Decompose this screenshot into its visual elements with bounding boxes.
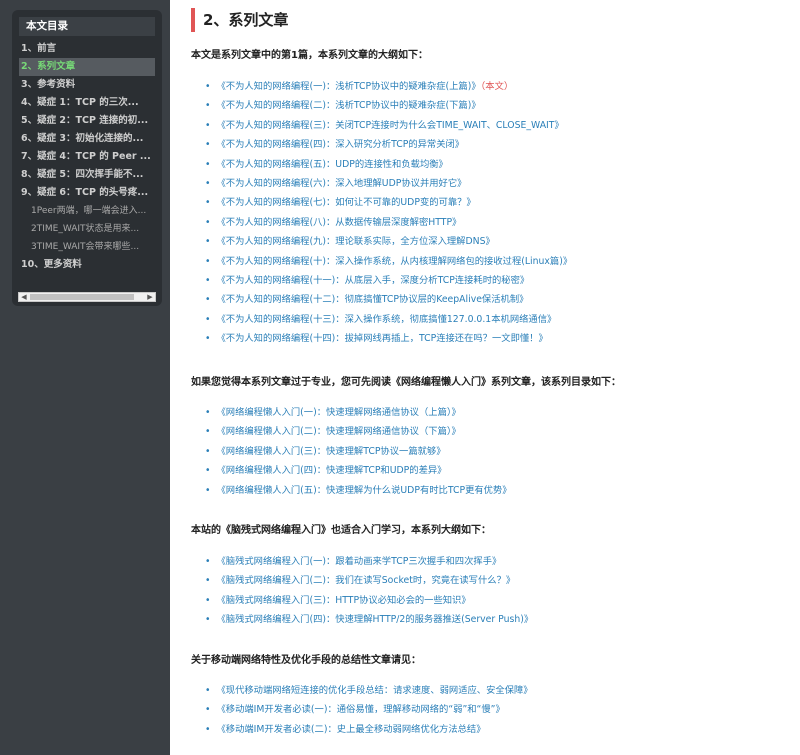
article-link-text[interactable]: 《网络编程懒人入门(二)：快速理解网络通信协议（下篇）》 (216, 426, 460, 437)
sidebar: 本文目录 1、前言 2、系列文章 3、参考资料 4、疑症 1：TCP 的三次... 5、… (0, 0, 170, 755)
section-heading: 2、系列文章 (191, 8, 791, 32)
article-link[interactable]: 《不为人知的网络编程(九)：理论联系实际，全方位深入理解DNS》 (205, 232, 572, 251)
toc-items: 1、前言 2、系列文章 3、参考资料 4、疑症 1：TCP 的三次... 5、疑症 2：… (12, 40, 162, 274)
article-link[interactable]: 《移动端IM开发者必读(二)：史上最全移动弱网络优化方法总结》 (205, 720, 533, 739)
toc-item[interactable]: 8、疑症 5：四次挥手能不... (19, 166, 155, 184)
toc-item[interactable]: 2、系列文章 (19, 58, 155, 76)
article-link[interactable]: 《不为人知的网络编程(六)：深入地理解UDP协议并用好它》 (205, 174, 572, 193)
article-link-text[interactable]: 《不为人知的网络编程(三)：关闭TCP连接时为什么会TIME_WAIT、CLOS… (216, 120, 563, 131)
article-link-text[interactable]: 《不为人知的网络编程(七)：如何让不可靠的UDP变的可靠？》 (216, 197, 475, 208)
section-intro: 本站的《脑残式网络编程入门》也适合入门学习，本系列大纲如下： (191, 525, 491, 536)
article-link-text[interactable]: 《不为人知的网络编程(十四)：拔掉网线再插上，TCP连接还在吗？一文即懂！》 (216, 333, 547, 344)
article-link[interactable]: 《不为人知的网络编程(三)：关闭TCP连接时为什么会TIME_WAIT、CLOS… (205, 116, 572, 135)
article-link-text[interactable]: 《不为人知的网络编程(十二)：彻底搞懂TCP协议层的KeepAlive保活机制》 (216, 294, 528, 305)
article-content: 2、系列文章 本文是系列文章中的第1篇，本系列文章的大纲如下： 《不为人知的网络编… (191, 0, 791, 755)
article-link-text[interactable]: 《不为人知的网络编程(九)：理论联系实际，全方位深入理解DNS》 (216, 236, 494, 247)
toc-item[interactable]: 5、疑症 2：TCP 连接的初... (19, 112, 155, 130)
article-link-text[interactable]: 《不为人知的网络编程(四)：深入研究分析TCP的异常关闭》 (216, 139, 464, 150)
article-link-text[interactable]: 《不为人知的网络编程(五)：UDP的连接性和负载均衡》 (216, 159, 447, 170)
toc-title: 本文目录 (19, 17, 155, 36)
article-link[interactable]: 《不为人知的网络编程(二)：浅析TCP协议中的疑难杂症(下篇)》 (205, 96, 572, 115)
section-intro: 如果您觉得本系列文章过于专业，您可先阅读《网络编程懒人入门》系列文章，该系列目录… (191, 377, 621, 388)
article-link-text[interactable]: 《网络编程懒人入门(四)：快速理解TCP和UDP的差异》 (216, 465, 446, 476)
article-link-list: 《不为人知的网络编程(一)：浅析TCP协议中的疑难杂症(上篇)》（本文）《不为人… (205, 77, 572, 348)
article-link[interactable]: 《不为人知的网络编程(十)：深入操作系统，从内核理解网络包的接收过程(Linux… (205, 252, 572, 271)
article-link-text[interactable]: 《现代移动端网络短连接的优化手段总结：请求速度、弱网适应、安全保障》 (216, 685, 532, 696)
article-link-list: 《网络编程懒人入门(一)：快速理解网络通信协议（上篇）》《网络编程懒人入门(二)… (205, 403, 512, 500)
article-link[interactable]: 《网络编程懒人入门(四)：快速理解TCP和UDP的差异》 (205, 461, 512, 480)
article-link[interactable]: 《不为人知的网络编程(十二)：彻底搞懂TCP协议层的KeepAlive保活机制》 (205, 290, 572, 309)
article-link[interactable]: 《不为人知的网络编程(五)：UDP的连接性和负载均衡》 (205, 155, 572, 174)
article-link-text[interactable]: 《不为人知的网络编程(八)：从数据传输层深度解密HTTP》 (216, 217, 461, 228)
article-link-text[interactable]: 《网络编程懒人入门(五)：快速理解为什么说UDP有时比TCP更有优势》 (216, 485, 511, 496)
article-link[interactable]: 《现代移动端网络短连接的优化手段总结：请求速度、弱网适应、安全保障》 (205, 681, 532, 700)
current-article-tag: （本文） (480, 81, 514, 92)
article-link[interactable]: 《不为人知的网络编程(一)：浅析TCP协议中的疑难杂症(上篇)》（本文） (205, 77, 572, 96)
article-link[interactable]: 《不为人知的网络编程(四)：深入研究分析TCP的异常关闭》 (205, 135, 572, 154)
article-link[interactable]: 《不为人知的网络编程(十三)：深入操作系统，彻底搞懂127.0.0.1本机网络通… (205, 310, 572, 329)
article-link-text[interactable]: 《不为人知的网络编程(十)：深入操作系统，从内核理解网络包的接收过程(Linux… (216, 256, 572, 267)
article-link-text[interactable]: 《不为人知的网络编程(十三)：深入操作系统，彻底搞懂127.0.0.1本机网络通… (216, 314, 556, 325)
article-link[interactable]: 《脑残式网络编程入门(四)：快速理解HTTP/2的服务器推送(Server Pu… (205, 610, 533, 629)
article-link-text[interactable]: 《网络编程懒人入门(三)：快速理解TCP协议一篇就够》 (216, 446, 445, 457)
scrollbar-thumb[interactable] (30, 294, 134, 300)
toc-item[interactable]: 1Peer两端，哪一端会进入... (19, 202, 155, 220)
section-intro: 本文是系列文章中的第1篇，本系列文章的大纲如下： (191, 50, 428, 61)
toc-item[interactable]: 9、疑症 6：TCP 的头号疼... (19, 184, 155, 202)
article-link-text[interactable]: 《脑残式网络编程入门(一)：跟着动画来学TCP三次握手和四次挥手》 (216, 556, 501, 567)
article-link-text[interactable]: 《不为人知的网络编程(十一)：从底层入手，深度分析TCP连接耗时的秘密》 (216, 275, 529, 286)
toc-item[interactable]: 3TIME_WAIT会带来哪些... (19, 238, 155, 256)
toc-horizontal-scrollbar[interactable]: ◀ ▶ (18, 292, 156, 302)
article-link-list: 《现代移动端网络短连接的优化手段总结：请求速度、弱网适应、安全保障》《移动端IM… (205, 681, 533, 739)
toc-item[interactable]: 6、疑症 3：初始化连接的... (19, 130, 155, 148)
article-link-text[interactable]: 《脑残式网络编程入门(二)：我们在读写Socket时，究竟在读写什么？》 (216, 575, 515, 586)
toc-item[interactable]: 3、参考资料 (19, 76, 155, 94)
toc-item[interactable]: 2TIME_WAIT状态是用来... (19, 220, 155, 238)
article-link-text[interactable]: 《移动端IM开发者必读(二)：史上最全移动弱网络优化方法总结》 (216, 724, 485, 735)
article-link[interactable]: 《脑残式网络编程入门(三)：HTTP协议必知必会的一些知识》 (205, 591, 533, 610)
section-intro: 关于移动端网络特性及优化手段的总结性文章请见： (191, 655, 421, 666)
toc-item[interactable]: 1、前言 (19, 40, 155, 58)
article-link[interactable]: 《网络编程懒人入门(五)：快速理解为什么说UDP有时比TCP更有优势》 (205, 481, 511, 500)
article-link[interactable]: 《网络编程懒人入门(三)：快速理解TCP协议一篇就够》 (205, 442, 512, 461)
article-link[interactable]: 《移动端IM开发者必读(一)：通俗易懂，理解移动网络的“弱”和“慢”》 (205, 700, 533, 719)
article-link-text[interactable]: 《脑残式网络编程入门(四)：快速理解HTTP/2的服务器推送(Server Pu… (216, 614, 533, 625)
article-link-text[interactable]: 《不为人知的网络编程(六)：深入地理解UDP协议并用好它》 (216, 178, 466, 189)
toc-item[interactable]: 10、更多资料 (19, 256, 155, 274)
article-link-text[interactable]: 《网络编程懒人入门(一)：快速理解网络通信协议（上篇）》 (216, 407, 460, 418)
toc-item[interactable]: 7、疑症 4：TCP 的 Peer ... (19, 148, 155, 166)
article-link[interactable]: 《不为人知的网络编程(八)：从数据传输层深度解密HTTP》 (205, 213, 572, 232)
article-link-text[interactable]: 《移动端IM开发者必读(一)：通俗易懂，理解移动网络的“弱”和“慢”》 (216, 704, 504, 715)
article-link[interactable]: 《网络编程懒人入门(一)：快速理解网络通信协议（上篇）》 (205, 403, 512, 422)
table-of-contents: 本文目录 1、前言 2、系列文章 3、参考资料 4、疑症 1：TCP 的三次... 5、… (12, 10, 162, 306)
article-link[interactable]: 《脑残式网络编程入门(二)：我们在读写Socket时，究竟在读写什么？》 (205, 571, 533, 590)
article-link-text[interactable]: 《脑残式网络编程入门(三)：HTTP协议必知必会的一些知识》 (216, 595, 470, 606)
scroll-right-arrow-icon[interactable]: ▶ (145, 293, 155, 301)
article-link-text[interactable]: 《不为人知的网络编程(一)：浅析TCP协议中的疑难杂症(上篇)》 (216, 81, 480, 92)
article-link[interactable]: 《不为人知的网络编程(十四)：拔掉网线再插上，TCP连接还在吗？一文即懂！》 (205, 329, 572, 348)
article-link-list: 《脑残式网络编程入门(一)：跟着动画来学TCP三次握手和四次挥手》《脑残式网络编… (205, 552, 533, 630)
toc-item[interactable]: 4、疑症 1：TCP 的三次... (19, 94, 155, 112)
article-link[interactable]: 《不为人知的网络编程(七)：如何让不可靠的UDP变的可靠？》 (205, 193, 572, 212)
article-link[interactable]: 《脑残式网络编程入门(一)：跟着动画来学TCP三次握手和四次挥手》 (205, 552, 533, 571)
article-link-text[interactable]: 《不为人知的网络编程(二)：浅析TCP协议中的疑难杂症(下篇)》 (216, 100, 480, 111)
article-link[interactable]: 《不为人知的网络编程(十一)：从底层入手，深度分析TCP连接耗时的秘密》 (205, 271, 572, 290)
scroll-left-arrow-icon[interactable]: ◀ (19, 293, 29, 301)
article-link[interactable]: 《网络编程懒人入门(二)：快速理解网络通信协议（下篇）》 (205, 422, 512, 441)
